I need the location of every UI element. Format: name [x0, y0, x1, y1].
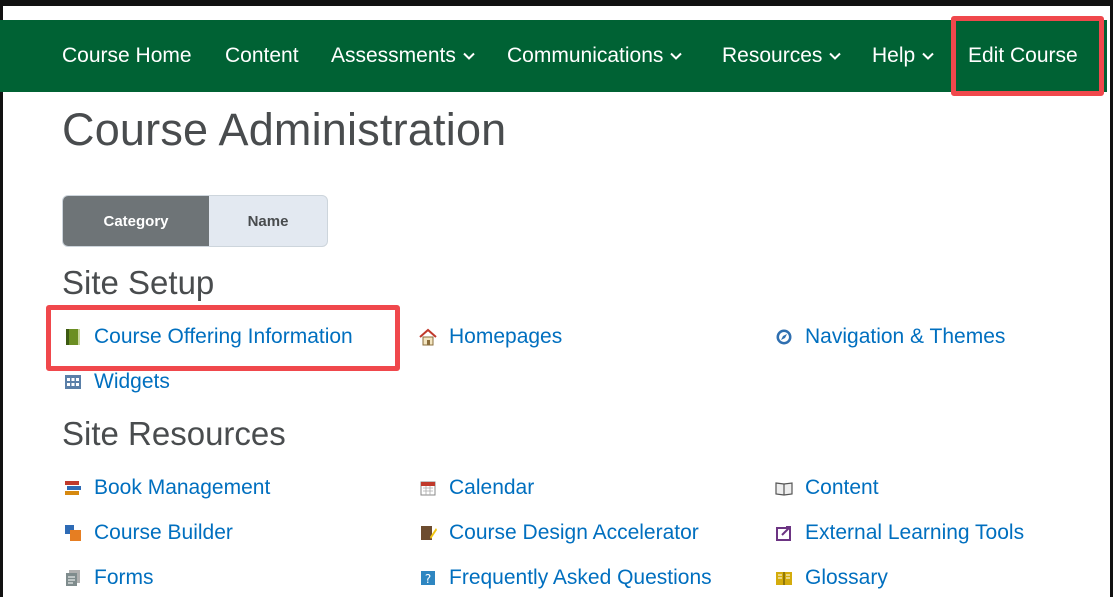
nav-assessments-label: Assessments: [331, 44, 456, 67]
toggle-category-button[interactable]: Category: [63, 196, 209, 246]
link-label: Widgets: [94, 370, 170, 393]
nav-assessments[interactable]: Assessments: [331, 20, 476, 92]
page-title: Course Administration: [62, 104, 507, 155]
nav-help-label: Help: [872, 44, 916, 67]
chevron-down-icon: [829, 52, 842, 60]
chevron-down-icon: [463, 52, 475, 60]
nav-resources-label: Resources: [722, 44, 823, 67]
nav-course-home-label: Course Home: [62, 44, 192, 67]
link-content[interactable]: Content: [775, 476, 879, 500]
link-forms[interactable]: Forms: [64, 566, 154, 590]
blocks-icon: [65, 525, 81, 541]
nav-communications-label: Communications: [507, 44, 664, 67]
open-book-icon: [775, 482, 793, 496]
nav-communications[interactable]: Communications: [507, 20, 683, 92]
course-navbar: Course Home Content Assessments Communic…: [0, 20, 1107, 92]
forms-icon: [66, 570, 80, 586]
widgets-grid-icon: [65, 375, 81, 389]
faq-icon: ?: [421, 571, 435, 586]
nav-content[interactable]: Content: [225, 20, 299, 92]
link-frequently-asked-questions[interactable]: ? Frequently Asked Questions: [419, 566, 712, 590]
glossary-icon: [776, 572, 792, 585]
link-label: Homepages: [449, 325, 563, 348]
nav-content-label: Content: [225, 44, 299, 67]
site-setup-heading: Site Setup: [62, 264, 215, 301]
toggle-category-label: Category: [103, 212, 169, 230]
link-calendar[interactable]: Calendar: [419, 476, 534, 500]
link-label: Calendar: [449, 476, 535, 499]
svg-text:?: ?: [425, 572, 431, 586]
link-label: Course Design Accelerator: [449, 521, 699, 544]
link-widgets[interactable]: Widgets: [64, 370, 170, 394]
link-navigation-themes[interactable]: Navigation & Themes: [775, 325, 1005, 349]
link-external-learning-tools[interactable]: External Learning Tools: [775, 521, 1024, 545]
book-pencil-icon: [421, 526, 437, 540]
compass-icon: [776, 329, 792, 345]
chevron-down-icon: [670, 52, 683, 60]
link-label: External Learning Tools: [805, 521, 1025, 544]
toggle-name-button[interactable]: Name: [209, 196, 327, 246]
link-label: Navigation & Themes: [805, 325, 1006, 348]
link-homepages[interactable]: Homepages: [419, 325, 562, 349]
nav-help[interactable]: Help: [872, 20, 935, 92]
link-label: Frequently Asked Questions: [449, 566, 712, 589]
link-book-management[interactable]: Book Management: [64, 476, 270, 500]
course-offering-highlight-box: [46, 305, 400, 371]
link-label: Forms: [94, 566, 154, 589]
link-label: Course Builder: [94, 521, 233, 544]
nav-resources[interactable]: Resources: [722, 20, 842, 92]
house-icon: [419, 328, 437, 346]
toggle-name-label: Name: [247, 212, 289, 230]
link-label: Glossary: [805, 566, 888, 589]
edit-course-highlight-box: [951, 16, 1104, 96]
calendar-icon: [420, 481, 436, 496]
books-stack-icon: [65, 481, 81, 495]
link-label: Book Management: [94, 476, 271, 499]
nav-course-home[interactable]: Course Home: [62, 20, 192, 92]
view-toggle: Category Name: [62, 195, 328, 247]
site-resources-heading: Site Resources: [62, 415, 286, 452]
link-glossary[interactable]: Glossary: [775, 566, 888, 590]
link-course-builder[interactable]: Course Builder: [64, 521, 233, 545]
external-tool-icon: [776, 526, 791, 541]
link-label: Content: [805, 476, 879, 499]
link-course-design-accelerator[interactable]: Course Design Accelerator: [419, 521, 699, 545]
chevron-down-icon: [922, 52, 934, 60]
